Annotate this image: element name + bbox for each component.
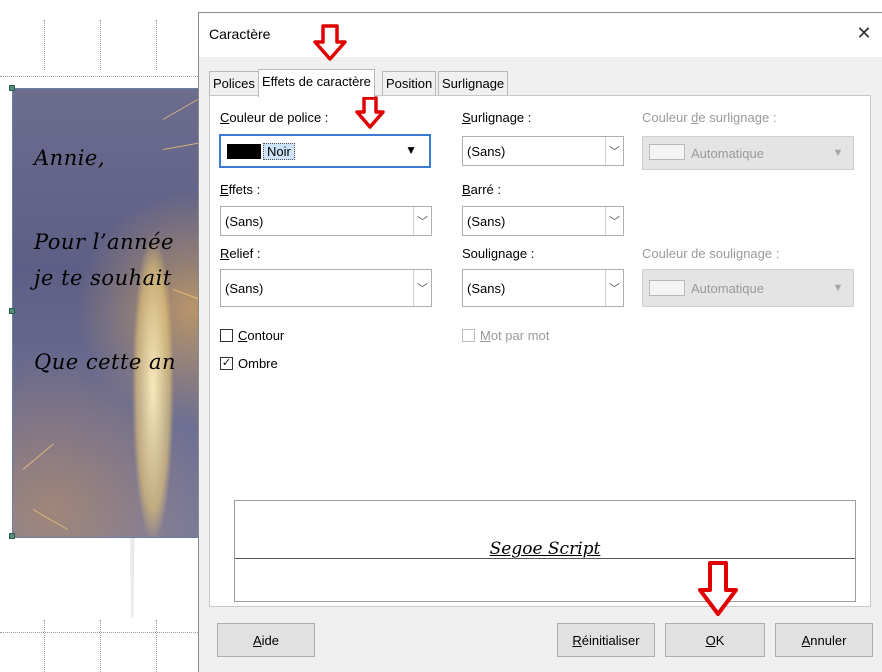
card-text-line: Pour l’année	[34, 230, 174, 254]
checkmark-icon: ✓	[220, 357, 233, 370]
character-dialog: Caractère ✕ Polices Effets de caractère …	[198, 12, 882, 672]
cancel-button[interactable]: Annuler	[775, 623, 873, 657]
relief-label: Relief :	[220, 246, 261, 261]
word-by-word-checkbox[interactable]: Mot par mot	[462, 328, 549, 343]
ok-button[interactable]: OK	[665, 623, 765, 657]
margin-guide	[100, 20, 101, 70]
tab-surlignage[interactable]: Surlignage	[438, 71, 509, 96]
color-swatch	[649, 144, 685, 160]
preview-text: Segoe Script	[489, 539, 601, 559]
strikethrough-select[interactable]: (Sans) ﹀	[462, 206, 624, 236]
tab-position[interactable]: Position	[382, 71, 437, 96]
margin-guide	[0, 76, 200, 77]
reset-button[interactable]: Réinitialiser	[557, 623, 655, 657]
shadow-checkbox[interactable]: ✓ Ombre	[220, 356, 278, 371]
chevron-down-icon: ﹀	[605, 137, 623, 165]
annotation-arrow-icon	[355, 96, 385, 129]
close-icon[interactable]: ✕	[852, 21, 876, 45]
chevron-down-icon: ﹀	[605, 270, 623, 306]
margin-guide	[44, 20, 45, 70]
highlighting-label: Surlignage :	[462, 110, 532, 125]
outline-checkbox[interactable]: Contour	[220, 328, 284, 343]
margin-guide	[44, 620, 45, 672]
annotation-arrow-icon	[313, 24, 347, 61]
effects-select[interactable]: (Sans) ﹀	[220, 206, 432, 236]
underline-color-select[interactable]: Automatique ▼	[642, 269, 854, 307]
chevron-down-icon: ﹀	[413, 270, 431, 306]
chevron-down-icon: ﹀	[605, 207, 623, 235]
selection-handle[interactable]	[9, 308, 15, 314]
spark-decoration	[32, 509, 68, 530]
checkbox-box	[220, 329, 233, 342]
spark-decoration	[162, 142, 203, 150]
chevron-down-icon: ﹀	[413, 207, 431, 235]
triangle-down-icon: ▼	[832, 282, 844, 294]
selection-handle[interactable]	[9, 533, 15, 539]
underline-color-label: Couleur de soulignage :	[642, 246, 780, 261]
effects-panel: Couleur de police : Surlignage : (Sans) …	[209, 95, 871, 607]
spark-decoration	[162, 99, 198, 120]
highlight-color-select[interactable]: Automatique ▼	[642, 136, 854, 170]
dialog-titlebar[interactable]: Caractère ✕	[199, 13, 882, 57]
margin-guide	[100, 620, 101, 672]
annotation-arrow-icon	[698, 561, 738, 616]
checkbox-box	[462, 329, 475, 342]
glass-stem-image	[129, 538, 135, 618]
document-background: Annie, Pour l’année je te souhait Que ce…	[0, 0, 203, 672]
margin-guide	[156, 620, 157, 672]
color-swatch	[227, 144, 261, 159]
tab-polices[interactable]: Polices	[209, 71, 259, 96]
selection-handle[interactable]	[9, 85, 15, 91]
triangle-down-icon: ▼	[405, 143, 417, 157]
dialog-title: Caractère	[209, 26, 271, 42]
font-color-select[interactable]: Noir ▼	[219, 134, 431, 168]
underlining-select[interactable]: (Sans) ﹀	[462, 269, 624, 307]
effects-label: Effets :	[220, 182, 261, 197]
color-swatch	[649, 280, 685, 296]
font-preview: Segoe Script	[234, 500, 856, 602]
relief-select[interactable]: (Sans) ﹀	[220, 269, 432, 307]
spark-decoration	[22, 443, 54, 470]
highlight-color-label: Couleur de surlignage :	[642, 110, 777, 125]
margin-guide	[156, 20, 157, 70]
card-text-line: Que cette an	[34, 350, 177, 374]
tab-effets-de-caractere[interactable]: Effets de caractère	[258, 69, 375, 97]
font-color-label: Couleur de police :	[220, 110, 329, 125]
highlighting-select[interactable]: (Sans) ﹀	[462, 136, 624, 166]
card-text-line: je te souhait	[34, 266, 172, 290]
help-button[interactable]: Aide	[217, 623, 315, 657]
triangle-down-icon: ▼	[832, 147, 844, 159]
strikethrough-label: Barré :	[462, 182, 502, 197]
card-text-line: Annie,	[34, 146, 106, 170]
underlining-label: Soulignage :	[462, 246, 535, 261]
